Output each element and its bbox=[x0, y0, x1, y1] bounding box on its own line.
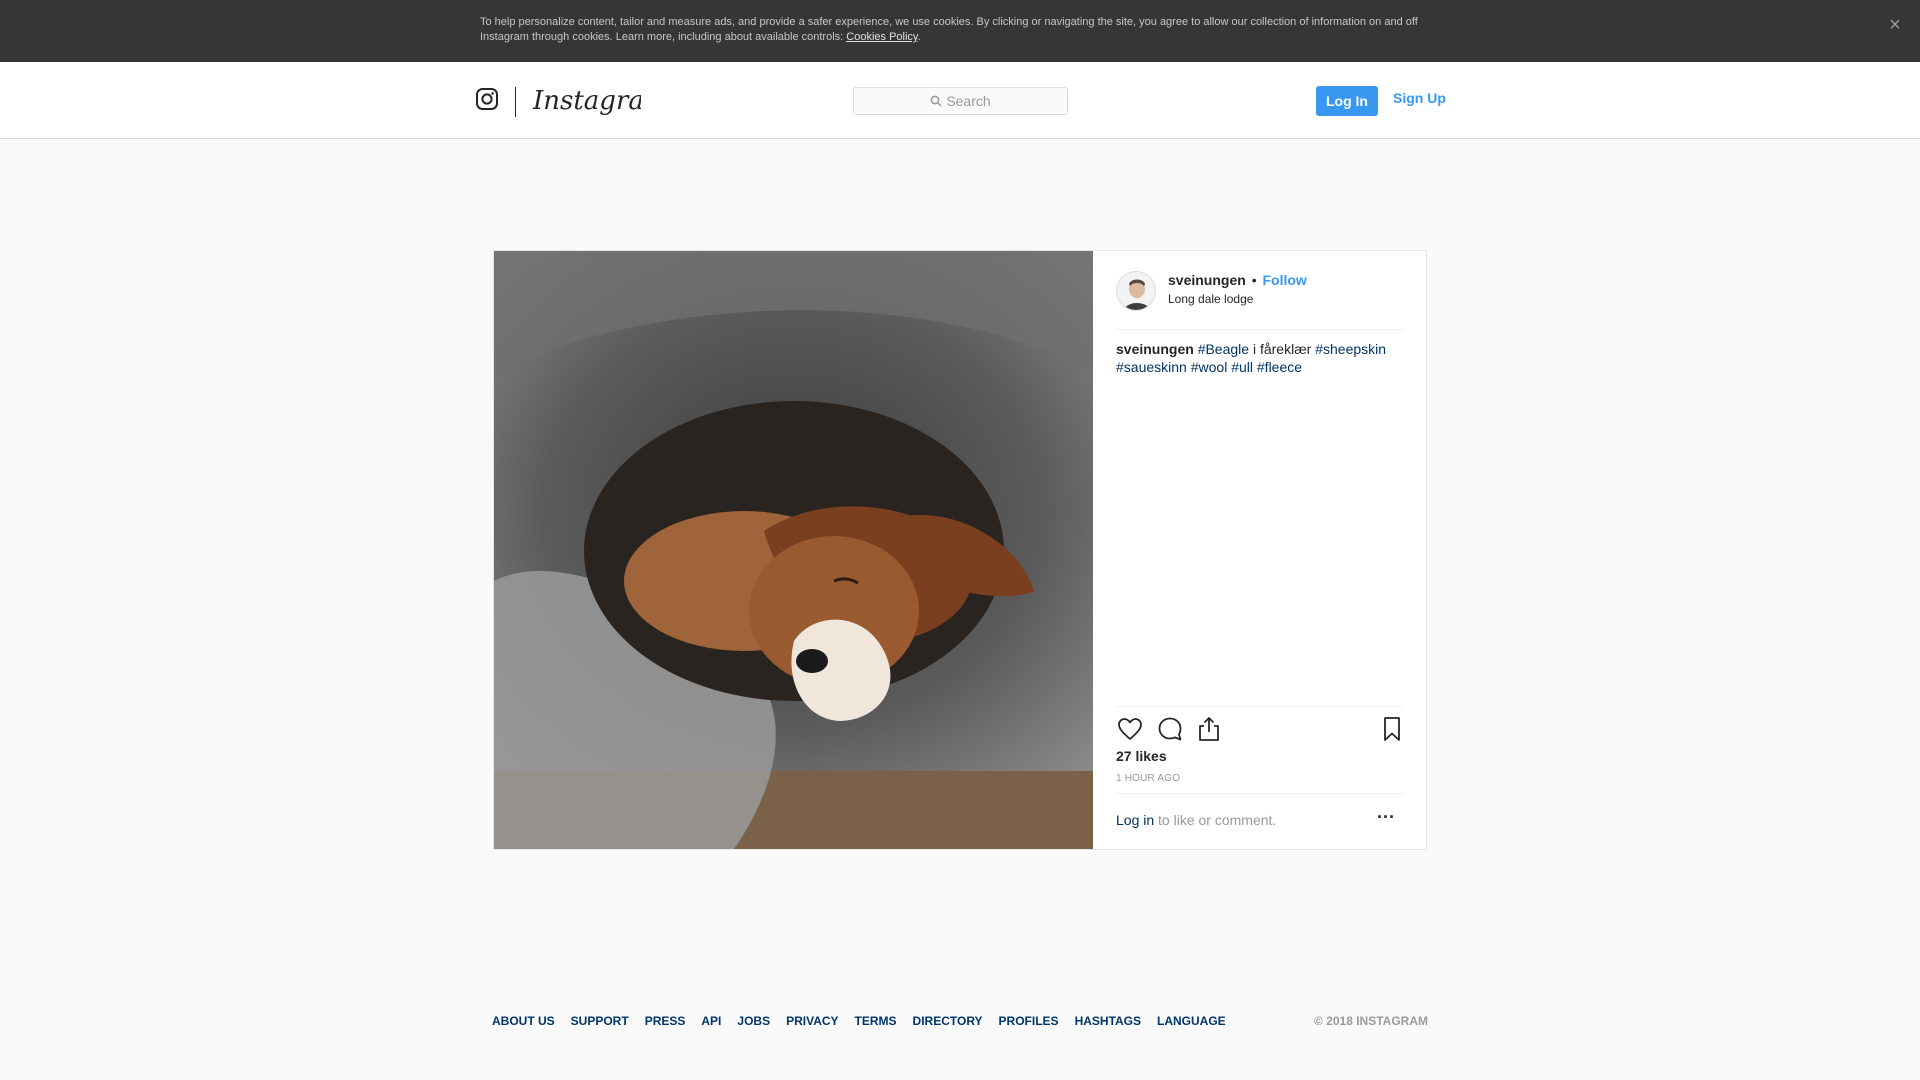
footer-link-hashtags[interactable]: HASHTAGS bbox=[1075, 1014, 1141, 1028]
post-photo[interactable] bbox=[494, 251, 1093, 849]
cookie-banner: To help personalize content, tailor and … bbox=[0, 0, 1920, 62]
divider bbox=[1116, 706, 1403, 707]
close-icon[interactable]: × bbox=[1884, 14, 1906, 36]
copyright: © 2018 INSTAGRAM bbox=[1314, 1014, 1428, 1028]
footer: ABOUT US SUPPORT PRESS API JOBS PRIVACY … bbox=[492, 1014, 1428, 1032]
footer-link-terms[interactable]: TERMS bbox=[855, 1014, 897, 1028]
cookie-message: To help personalize content, tailor and … bbox=[480, 15, 1440, 45]
footer-link-support[interactable]: SUPPORT bbox=[571, 1014, 629, 1028]
search-icon bbox=[930, 95, 942, 107]
instagram-glyph-icon[interactable] bbox=[475, 87, 499, 111]
post-author-line: sveinungen • Follow bbox=[1168, 272, 1307, 288]
bookmark-icon[interactable] bbox=[1378, 715, 1406, 743]
separator-dot: • bbox=[1251, 272, 1257, 288]
top-header: Instagram Search Log In Sign Up bbox=[0, 62, 1920, 139]
heart-icon[interactable] bbox=[1116, 715, 1144, 743]
divider bbox=[1116, 329, 1403, 330]
like-count[interactable]: 27 likes bbox=[1116, 748, 1167, 764]
log-in-link[interactable]: Log in bbox=[1116, 812, 1154, 828]
cookie-text: To help personalize content, tailor and … bbox=[480, 16, 1418, 43]
brand-text: Instagram bbox=[532, 86, 641, 116]
footer-link-about-us[interactable]: ABOUT US bbox=[492, 1014, 555, 1028]
hashtag-link[interactable]: #saueskinn bbox=[1116, 359, 1187, 375]
footer-link-privacy[interactable]: PRIVACY bbox=[786, 1014, 838, 1028]
comment-icon[interactable] bbox=[1156, 715, 1184, 743]
hashtag-link[interactable]: #fleece bbox=[1257, 359, 1302, 375]
hashtag-link[interactable]: #wool bbox=[1191, 359, 1228, 375]
instagram-wordmark[interactable]: Instagram bbox=[531, 82, 641, 122]
hashtag-link[interactable]: #Beagle bbox=[1198, 341, 1249, 357]
post-sidebar: sveinungen • Follow Long dale lodge svei… bbox=[1093, 251, 1426, 849]
caption-text: i fårеklær bbox=[1252, 341, 1312, 357]
more-options-icon[interactable]: ··· bbox=[1373, 808, 1399, 830]
login-prompt: Log in to like or comment. bbox=[1116, 812, 1276, 828]
footer-link-profiles[interactable]: PROFILES bbox=[999, 1014, 1059, 1028]
hashtag-link[interactable]: #ull bbox=[1231, 359, 1253, 375]
post-timestamp[interactable]: 1 HOUR AGO bbox=[1116, 773, 1180, 784]
footer-link-directory[interactable]: DIRECTORY bbox=[913, 1014, 983, 1028]
log-in-button[interactable]: Log In bbox=[1316, 86, 1378, 116]
cookie-trailing: . bbox=[917, 31, 921, 43]
search-placeholder-wrap: Search bbox=[854, 88, 1067, 114]
hashtag-link[interactable]: #sheepskin bbox=[1315, 341, 1386, 357]
footer-link-press[interactable]: PRESS bbox=[645, 1014, 686, 1028]
caption-username[interactable]: sveinungen bbox=[1116, 341, 1194, 357]
post-card: sveinungen • Follow Long dale lodge svei… bbox=[493, 250, 1427, 850]
author-username[interactable]: sveinungen bbox=[1168, 272, 1246, 288]
cookies-policy-link[interactable]: Cookies Policy bbox=[846, 31, 917, 43]
footer-link-jobs[interactable]: JOBS bbox=[737, 1014, 770, 1028]
sign-up-link[interactable]: Sign Up bbox=[1393, 90, 1446, 106]
share-icon[interactable] bbox=[1195, 715, 1223, 743]
footer-link-language[interactable]: LANGUAGE bbox=[1157, 1014, 1226, 1028]
search-input[interactable]: Search bbox=[853, 87, 1068, 115]
post-actions bbox=[1116, 715, 1406, 745]
footer-nav: ABOUT US SUPPORT PRESS API JOBS PRIVACY … bbox=[492, 1014, 1242, 1028]
post-caption: sveinungen #Beagle i fårеklær #sheepskin… bbox=[1116, 340, 1406, 376]
avatar-image bbox=[1117, 272, 1155, 310]
follow-button[interactable]: Follow bbox=[1262, 272, 1306, 288]
login-prompt-text: to like or comment. bbox=[1158, 812, 1277, 828]
post-location[interactable]: Long dale lodge bbox=[1168, 292, 1253, 306]
footer-link-api[interactable]: API bbox=[701, 1014, 721, 1028]
logo-divider bbox=[515, 87, 516, 117]
divider bbox=[1116, 793, 1403, 794]
avatar[interactable] bbox=[1116, 271, 1156, 311]
search-placeholder: Search bbox=[946, 93, 991, 109]
